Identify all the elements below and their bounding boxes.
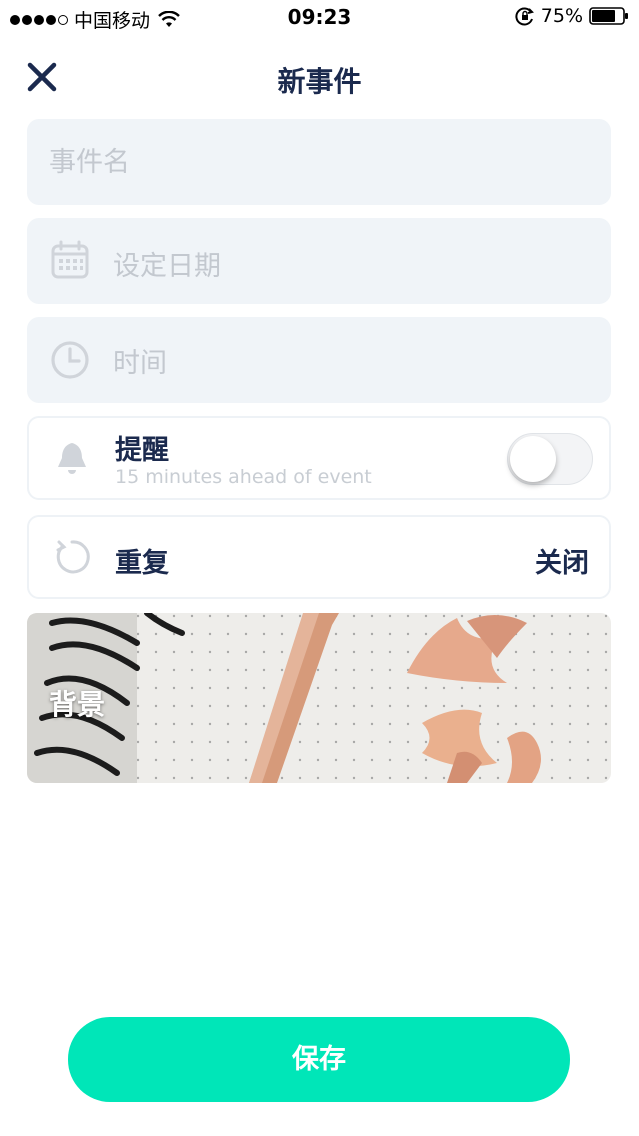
date-label: 设定日期 xyxy=(113,251,221,282)
status-right: 75% xyxy=(515,5,629,27)
toggle-knob xyxy=(510,436,556,482)
time-field[interactable]: 时间 xyxy=(27,317,611,403)
repeat-icon xyxy=(56,540,90,574)
reminder-label: 提醒 xyxy=(115,435,169,466)
status-bar: 中国移动 09:23 75% xyxy=(0,0,639,36)
background-label: 背景 xyxy=(49,688,106,721)
event-name-field[interactable] xyxy=(27,119,611,205)
save-button[interactable]: 保存 xyxy=(68,1017,570,1102)
reminder-row: 提醒 15 minutes ahead of event xyxy=(27,416,611,500)
page-title: 新事件 xyxy=(277,65,362,98)
date-field[interactable]: 设定日期 xyxy=(27,218,611,304)
background-picker[interactable]: 背景 xyxy=(27,613,611,783)
event-name-input[interactable] xyxy=(49,142,569,182)
reminder-toggle[interactable] xyxy=(507,433,593,485)
clock-icon xyxy=(51,341,89,379)
bell-icon xyxy=(58,443,86,474)
repeat-label: 重复 xyxy=(115,548,169,579)
header: 新事件 xyxy=(0,50,639,104)
battery-icon xyxy=(589,7,628,25)
time-label: 时间 xyxy=(113,348,167,379)
repeat-row[interactable]: 重复 关闭 xyxy=(27,515,611,599)
calendar-icon xyxy=(51,240,89,279)
reminder-sublabel: 15 minutes ahead of event xyxy=(115,466,372,488)
background-image xyxy=(27,613,611,783)
repeat-value[interactable]: 关闭 xyxy=(535,541,589,580)
battery-percentage: 75% xyxy=(540,5,583,27)
rotation-lock-icon xyxy=(515,7,534,26)
